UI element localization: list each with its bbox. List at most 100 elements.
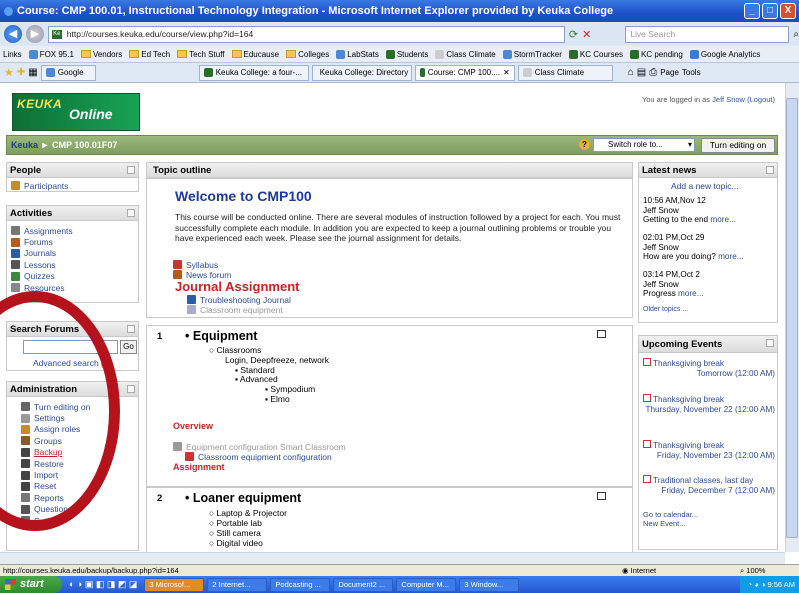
course-navbar: Keuka ► CMP 100.01F07 ? Switch role to..… (6, 135, 778, 155)
taskbar-microsoft[interactable]: 3 Microsof... (144, 577, 205, 592)
list-item: ▪ Elmo (265, 393, 290, 404)
new-event-link[interactable]: New Event... (643, 519, 686, 528)
collapse-icon[interactable] (127, 325, 135, 333)
taskbar-computer[interactable]: Computer M... (396, 577, 457, 592)
more-link[interactable]: more... (710, 215, 735, 224)
tab-google[interactable]: Google (40, 64, 96, 81)
switch-role-select[interactable]: Switch role to... ▾ (593, 138, 695, 152)
zoom-level[interactable]: ⌕ 100% (740, 565, 765, 576)
intro-text: This course will be conducted online. Th… (175, 212, 621, 243)
goto-calendar-link[interactable]: Go to calendar... (643, 510, 698, 519)
more-link[interactable]: more... (718, 252, 743, 261)
people-title: People (10, 165, 42, 176)
feeds-icon[interactable]: ▤ (637, 67, 646, 78)
taskbar-document2[interactable]: Document2 ... (333, 577, 394, 592)
collapse-icon[interactable] (127, 209, 135, 217)
go-button[interactable]: Go (120, 340, 137, 354)
security-zone: ◉ Internet (622, 566, 657, 575)
keuka-online-logo: KEUKA Online (12, 93, 140, 131)
user-link[interactable]: Jeff Snow (712, 95, 745, 104)
tray-icons[interactable]: ◔ ◕ ◑ (748, 580, 768, 589)
turn-editing-on-button[interactable]: Turn editing on (701, 138, 775, 153)
favorites-star-icon[interactable]: ★ (4, 66, 14, 79)
participants-link[interactable]: Participants (7, 180, 138, 191)
window-title: Course: CMP 100.01, Instructional Techno… (17, 5, 614, 17)
classroom-config-link[interactable]: Classroom equipment configuration (181, 451, 332, 462)
logo-text: Online (69, 106, 113, 122)
help-icon[interactable]: ? (579, 139, 590, 150)
stop-icon[interactable]: ✕ (582, 28, 591, 41)
ie-icon (4, 6, 13, 16)
tab-keuka-directory[interactable]: Keuka College: Directory (311, 64, 412, 81)
scrollbar-thumb[interactable] (786, 98, 798, 538)
live-search-input[interactable]: Live Search (625, 25, 790, 43)
topic-outline-title: Topic outline (153, 165, 212, 176)
event-item[interactable]: Traditional classes, last day Friday, De… (643, 475, 775, 496)
search-icon[interactable]: ⌕ (793, 29, 799, 40)
event-item[interactable]: Thanksgiving break Tomorrow (12:00 AM) (643, 358, 775, 379)
calendar-icon (643, 358, 651, 366)
tab-class-climate[interactable]: Class Climate (517, 64, 613, 81)
more-link[interactable]: more... (678, 289, 703, 298)
link-google-analytics[interactable]: Google Analytics (689, 49, 760, 59)
tools-menu[interactable]: Tools (682, 68, 701, 77)
link-kc-pending[interactable]: KC pending (630, 49, 683, 59)
collapse-icon[interactable] (127, 166, 135, 174)
quick-tabs-icon[interactable]: ▦ (28, 67, 37, 78)
link-ed-tech[interactable]: Ed Tech (129, 50, 170, 59)
taskbar-internet[interactable]: 2 Internet... (207, 577, 268, 592)
print-icon[interactable]: ⎙ (649, 67, 657, 78)
logout-link[interactable]: (Logout) (747, 95, 775, 104)
classroom-equipment-link[interactable]: Classroom equipment (183, 304, 283, 315)
maximize-button[interactable]: □ (762, 3, 778, 19)
older-topics-link[interactable]: Older topics ... (643, 306, 688, 313)
link-stormtracker[interactable]: StormTracker (502, 49, 562, 59)
refresh-icon[interactable]: ⟳ (569, 28, 578, 41)
event-item[interactable]: Thanksgiving break Friday, November 23 (… (643, 440, 775, 461)
horizontal-scrollbar[interactable] (0, 552, 785, 564)
activity-forums[interactable]: Forums (7, 236, 138, 247)
breadcrumb-home[interactable]: Keuka (11, 140, 38, 150)
add-favorites-icon[interactable]: ✚ (17, 67, 25, 78)
collapse-icon[interactable] (766, 166, 774, 174)
topic-title: • Equipment (185, 329, 258, 343)
link-educause[interactable]: Educause (231, 50, 279, 59)
journal-icon (187, 305, 196, 315)
back-button[interactable]: ◀ (4, 25, 22, 43)
assignment-icon (11, 226, 20, 236)
logo-brand: KEUKA (17, 97, 63, 111)
page-menu[interactable]: Page (660, 68, 679, 77)
start-button[interactable]: start (0, 576, 62, 593)
quick-launch-icons[interactable]: ◐ ◑ ▣ ◧ ◨ ◩ ◪ (69, 579, 137, 590)
latest-news-block: Latest news Add a new topic... 10:56 AM,… (638, 162, 778, 323)
tab-keuka-college[interactable]: Keuka College: a four-... (198, 64, 309, 81)
news-post: 03:14 PM,Oct 2 Jeff Snow Progress more..… (643, 270, 704, 299)
link-tech-stuff[interactable]: Tech Stuff (177, 50, 225, 59)
highlight-checkbox[interactable] (597, 492, 606, 500)
activity-quizzes[interactable]: Quizzes (7, 271, 138, 282)
link-colleges[interactable]: Colleges (286, 50, 329, 59)
link-kc-courses[interactable]: KC Courses (568, 49, 623, 59)
taskbar-podcasting[interactable]: Podcasting ... (270, 577, 331, 592)
link-class-climate[interactable]: Class Climate (435, 49, 496, 59)
home-icon[interactable]: ⌂ (628, 67, 634, 78)
link-vendors[interactable]: Vendors (80, 50, 122, 59)
tab-course-cmp100[interactable]: Course: CMP 100.... ✕ (414, 64, 515, 81)
minimize-button[interactable]: _ (744, 3, 760, 19)
link-fox[interactable]: FOX 95.1 (28, 49, 74, 59)
url-field[interactable]: Ke http://courses.keuka.edu/course/view.… (47, 25, 565, 43)
highlight-checkbox[interactable] (597, 330, 606, 338)
activity-lessons[interactable]: Lessons (7, 259, 138, 270)
event-item[interactable]: Thanksgiving break Thursday, November 22… (643, 394, 775, 415)
link-students[interactable]: Students (385, 49, 428, 59)
collapse-icon[interactable] (766, 339, 774, 347)
close-button[interactable]: X (780, 3, 796, 19)
activity-assignments[interactable]: Assignments (7, 225, 138, 236)
collapse-icon[interactable] (127, 385, 135, 393)
forward-button[interactable]: ▶ (25, 25, 44, 43)
activity-journals[interactable]: Journals (7, 248, 138, 259)
taskbar-windows[interactable]: 3 Window... (459, 577, 520, 592)
add-topic-link[interactable]: Add a new topic... (671, 181, 739, 191)
link-labstats[interactable]: LabStats (336, 49, 379, 59)
close-tab-icon[interactable]: ✕ (503, 66, 510, 80)
